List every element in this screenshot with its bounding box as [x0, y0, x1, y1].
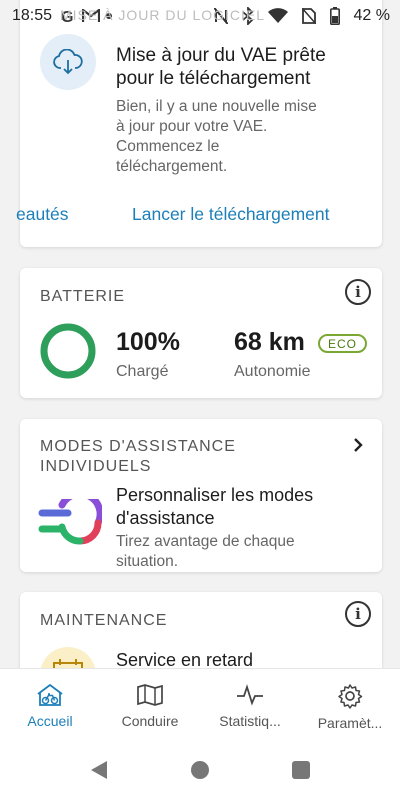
nav-stats[interactable]: Statistiq... [200, 669, 300, 744]
status-bar: MISE À JOUR DU LOGICIEL 18:55 G 42 % [0, 0, 400, 32]
battery-charge-ring [40, 323, 96, 379]
nav-settings-label: Paramèt... [317, 715, 383, 731]
battery-icon [329, 7, 340, 25]
maintenance-card[interactable]: MAINTENANCE i Service en retard [20, 592, 382, 668]
update-description: Bien, il y a une nouvelle mise à jour po… [116, 98, 317, 175]
gear-icon [338, 684, 363, 709]
battery-percent: 42 % [353, 7, 390, 24]
calendar-icon [40, 647, 96, 668]
wifi-icon [267, 8, 288, 24]
modes-section-title: MODES D'ASSISTANCE INDIVIDUELS [40, 438, 236, 475]
modes-heading: Personnaliser les modes d'assistance [116, 485, 314, 528]
update-card: Mise à jour du VAE prête pour le télécha… [16, 0, 382, 247]
battery-charge-value: 100% [116, 328, 180, 356]
maintenance-info-icon[interactable]: i [345, 601, 371, 627]
dashboard-scroll[interactable]: Mise à jour du VAE prête pour le télécha… [0, 0, 400, 668]
no-sim-icon [301, 8, 316, 24]
battery-charge-label: Chargé [116, 363, 169, 380]
maintenance-section-title: MAINTENANCE [40, 612, 168, 629]
eco-mode-badge: ECO [318, 334, 368, 353]
nav-settings[interactable]: Paramèt... [300, 669, 400, 744]
update-title: Mise à jour du VAE prête pour le télécha… [116, 45, 326, 89]
start-download-link[interactable]: Lancer le téléchargement [132, 204, 329, 225]
nav-ride-label: Conduire [121, 713, 179, 729]
nav-stats-label: Statistiq... [219, 713, 281, 729]
cloud-download-icon [40, 34, 96, 90]
home-bike-icon [37, 683, 63, 706]
battery-info-icon[interactable]: i [345, 279, 371, 305]
battery-card[interactable]: BATTERIE i 100% Chargé 68 km Autonomie E… [20, 268, 382, 398]
home-button[interactable] [191, 761, 209, 779]
nav-home[interactable]: Accueil [0, 669, 100, 744]
recents-button[interactable] [292, 761, 310, 779]
header-title-faded: MISE À JOUR DU LOGICIEL [60, 7, 266, 23]
news-link[interactable]: eautés [16, 204, 69, 225]
range-value: 68 km [234, 328, 305, 356]
assist-modes-icon [38, 499, 102, 545]
chevron-right-icon[interactable] [352, 437, 364, 453]
bottom-navigation: Accueil Conduire Statistiq... Paramèt... [0, 668, 400, 744]
battery-section-title: BATTERIE [40, 288, 126, 305]
nav-ride[interactable]: Conduire [100, 669, 200, 744]
maintenance-heading: Service en retard [116, 650, 254, 668]
back-icon[interactable] [90, 760, 108, 780]
map-icon [137, 684, 163, 706]
modes-description: Tirez avantage de chaque situation. [116, 533, 295, 570]
range-label: Autonomie [234, 363, 311, 380]
activity-icon [237, 684, 263, 706]
system-navigation-bar [0, 744, 400, 800]
status-time: 18:55 [12, 7, 53, 24]
nav-home-label: Accueil [27, 713, 73, 729]
assist-modes-card[interactable]: MODES D'ASSISTANCE INDIVIDUELS Personnal… [20, 419, 382, 572]
